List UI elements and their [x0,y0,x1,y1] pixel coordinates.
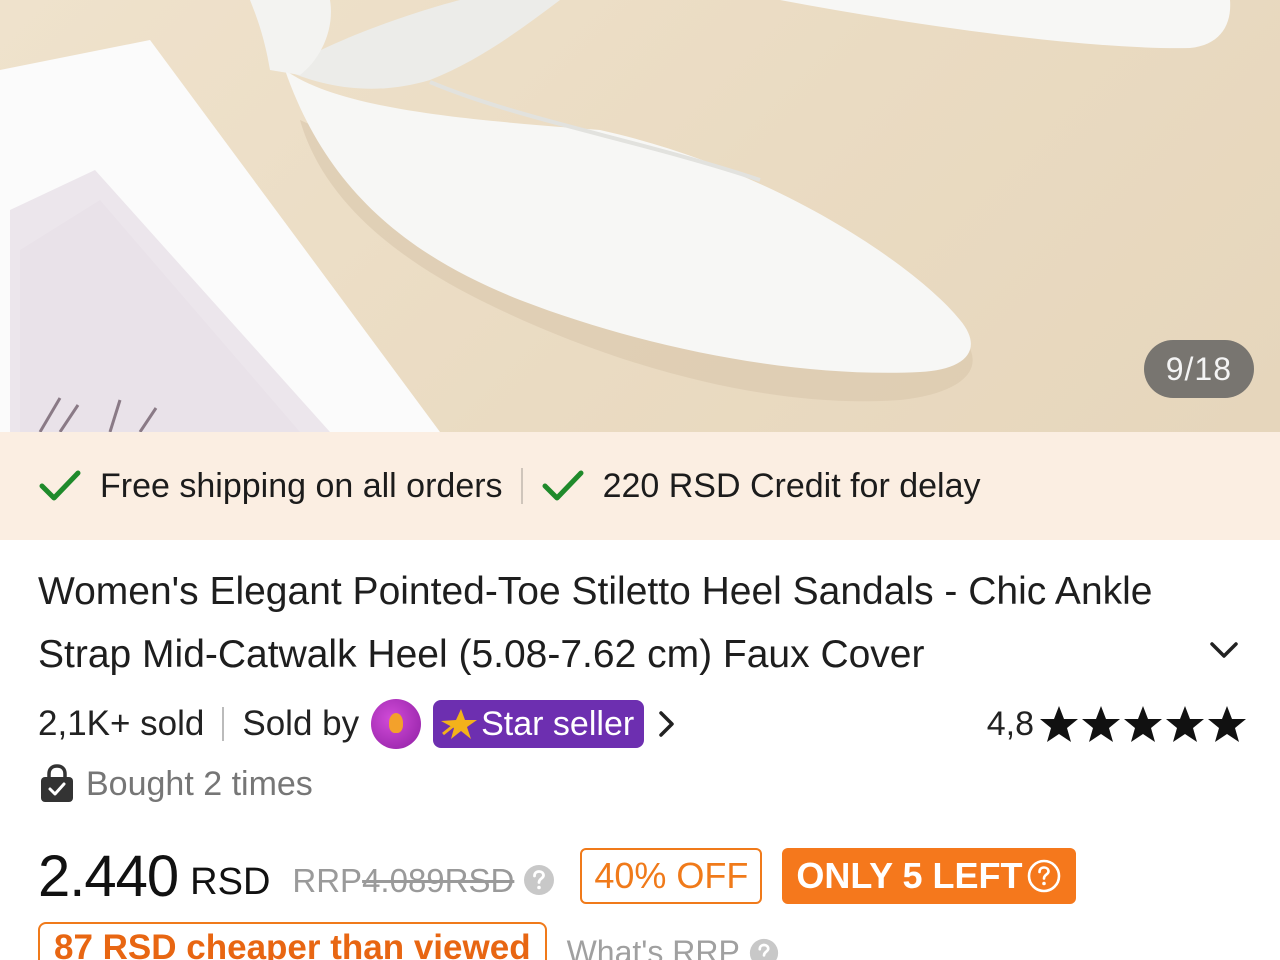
meta-row: 2,1K+ sold Sold by Star seller 4,8 [38,696,1248,752]
sold-by-label: Sold by [242,704,360,743]
rrp-label: RRP [292,862,363,899]
shopping-bag-icon [41,764,73,802]
image-counter[interactable]: 9/18 [1143,340,1254,398]
guarantee-bar: Free shipping on all orders 220 RSD Cred… [0,432,1280,540]
store-avatar[interactable] [371,699,422,749]
delay-credit-item[interactable]: 220 RSD Credit for delay [541,467,981,506]
product-title: Women's Elegant Pointed-Toe Stiletto Hee… [38,570,1153,676]
whats-rrp-label: What's RRP [566,934,740,960]
help-icon [749,938,778,960]
stock-badge[interactable]: ONLY 5 LEFT [782,848,1077,904]
rating-value: 4,8 [986,704,1034,743]
bought-count: Bought 2 times [86,764,313,803]
stock-label: ONLY 5 LEFT [796,855,1023,896]
star-icon [1208,706,1246,742]
cheaper-badge: 87 RSD cheaper than viewed [38,922,547,960]
rrp-value: 4.089RSD [362,862,515,899]
price-currency: RSD [190,860,271,903]
chevron-right-icon[interactable] [654,704,680,744]
help-icon [1028,859,1061,893]
checkmark-icon [39,470,81,501]
discount-badge: 40% OFF [580,848,763,904]
star-icon [441,709,478,739]
bought-row: Bought 2 times [38,758,313,810]
star-seller-label: Star seller [481,704,635,743]
price-row: 2.440 RSD RRP4.089RSD 40% OFF ONLY 5 LEF… [38,836,1077,916]
chevron-down-icon[interactable] [1200,626,1248,674]
star-icon [1124,706,1162,742]
checkmark-icon [542,470,584,501]
star-icon [1040,706,1078,742]
delay-credit-label: 220 RSD Credit for delay [602,466,981,505]
rrp: RRP4.089RSD [292,862,514,900]
rating-stars [1038,703,1248,745]
product-image[interactable]: 9/18 [0,0,1280,432]
title-fade [1058,627,1178,690]
star-icon [1082,706,1120,742]
product-title-container[interactable]: Women's Elegant Pointed-Toe Stiletto Hee… [38,560,1178,690]
free-shipping-label: Free shipping on all orders [100,466,503,505]
free-shipping-item[interactable]: Free shipping on all orders [38,467,503,506]
star-icon [1166,706,1204,742]
rating[interactable]: 4,8 [987,696,1248,752]
divider [222,707,225,741]
star-seller-badge[interactable]: Star seller [433,700,645,748]
divider [520,468,523,504]
product-photo [0,0,1231,432]
price-value: 2.440 [38,843,179,909]
promo-row: 87 RSD cheaper than viewed What's RRP [38,922,780,960]
whats-rrp-link[interactable]: What's RRP [567,934,780,960]
help-icon[interactable] [522,863,556,897]
sold-count: 2,1K+ sold [38,704,205,743]
